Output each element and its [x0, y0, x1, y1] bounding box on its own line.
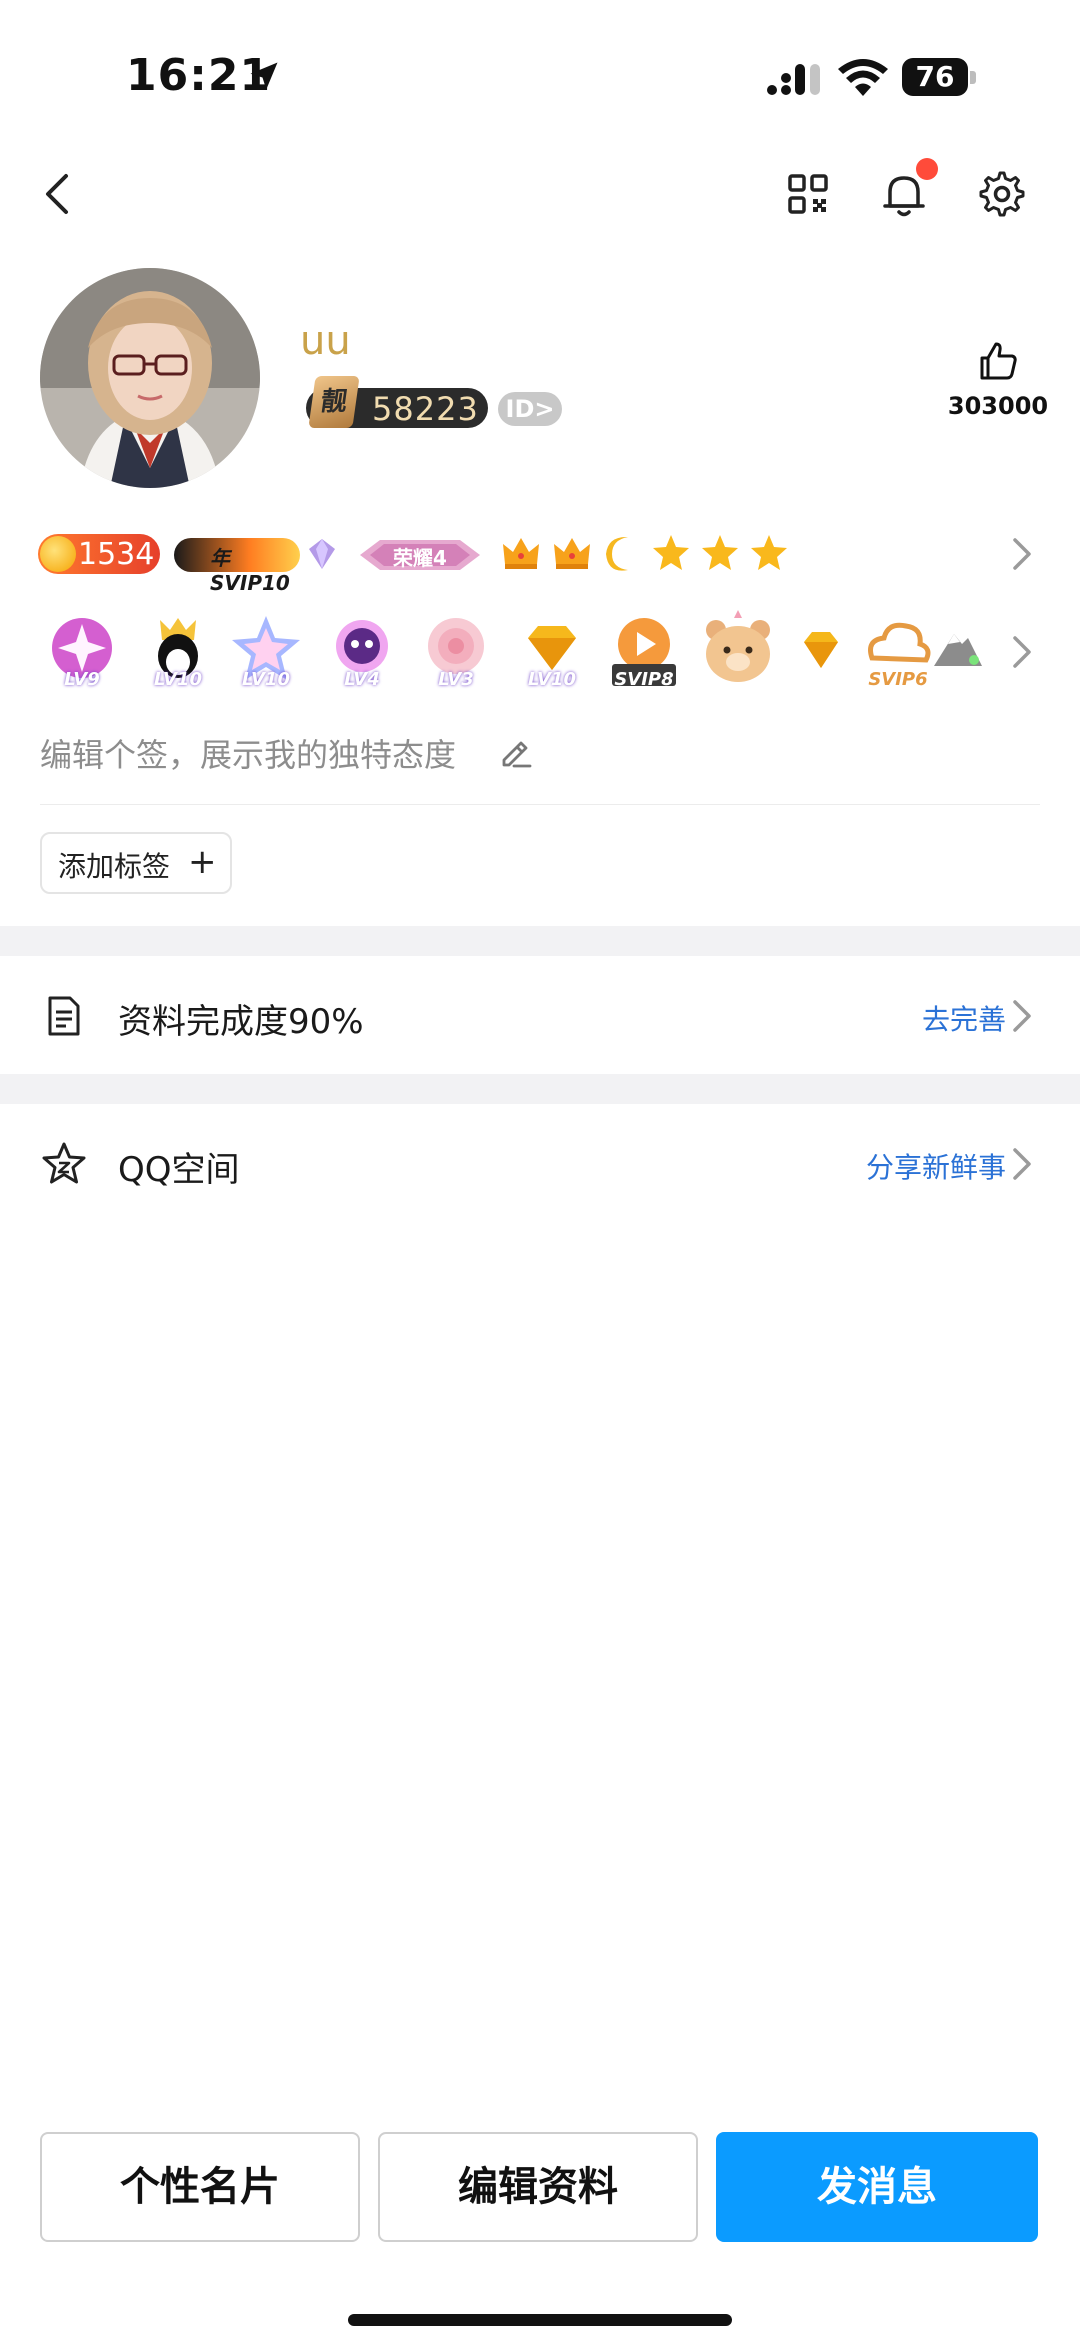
qzone-title: QQ空间	[118, 1150, 240, 1190]
star-icon[interactable]	[699, 532, 741, 574]
pencil-icon[interactable]	[496, 732, 534, 770]
svip-badge[interactable]: 年SVIP10	[174, 538, 300, 595]
badge-lv10-penguin[interactable]: LV10	[138, 610, 218, 690]
mountain-icon	[934, 634, 982, 666]
thumbs-up-icon[interactable]	[974, 336, 1022, 384]
badge-lv10-star[interactable]: LV10	[226, 610, 306, 690]
badge-lv9[interactable]: LV9	[42, 610, 122, 690]
add-tag-label: 添加标签	[58, 850, 171, 883]
back-button[interactable]	[28, 162, 92, 226]
qzone-star-icon	[42, 1142, 86, 1184]
badge-gold-gem[interactable]	[798, 624, 844, 678]
level-badge[interactable]: 靓 58223	[306, 376, 488, 428]
badge-lv10-diamond[interactable]: LV10	[512, 610, 592, 690]
gold-gem-icon	[804, 632, 838, 668]
chevron-right-icon	[1013, 1148, 1031, 1180]
qr-code-icon	[788, 174, 828, 214]
notification-dot	[916, 158, 938, 180]
add-tag-button[interactable]: 添加标签 +	[40, 832, 232, 894]
badge-svip8[interactable]: SVIP8	[604, 610, 684, 690]
wifi-icon	[838, 59, 888, 96]
battery-level: 76	[915, 60, 955, 93]
profile-card-button[interactable]: 个性名片	[40, 2132, 360, 2242]
coin-icon	[40, 536, 76, 572]
chevron-right-icon[interactable]	[1006, 534, 1036, 574]
badge-lv3-rose[interactable]: LV3	[416, 610, 496, 690]
crown-icon[interactable]	[551, 532, 593, 574]
coin-badge[interactable]: 1534	[38, 534, 160, 574]
section-divider	[0, 926, 1080, 956]
qr-code-button[interactable]	[776, 162, 840, 226]
purple-gem-icon[interactable]	[304, 536, 340, 572]
location-arrow-icon	[250, 62, 278, 90]
edit-profile-button[interactable]: 编辑资料	[378, 2132, 698, 2242]
qzone-row[interactable]: QQ空间 分享新鲜事	[0, 1104, 1080, 1222]
home-indicator[interactable]	[348, 2314, 732, 2326]
star-icon[interactable]	[748, 532, 790, 574]
level-number: 58223	[372, 390, 479, 428]
star-icon[interactable]	[650, 532, 692, 574]
badge-mountain[interactable]	[930, 610, 986, 690]
settings-button[interactable]	[970, 162, 1034, 226]
honor-label: 荣耀4	[393, 546, 447, 570]
svip-label: 年SVIP10	[210, 546, 290, 595]
chevron-right-icon[interactable]	[1006, 632, 1036, 672]
nickname: uu	[300, 318, 351, 364]
chevron-right-icon	[1013, 1000, 1031, 1032]
avatar[interactable]	[40, 268, 260, 488]
level-mark: 靓	[308, 376, 360, 428]
plus-icon: +	[188, 842, 217, 882]
honor-badge[interactable]: 荣耀4	[360, 538, 480, 572]
notifications-button[interactable]	[872, 158, 938, 226]
badge-lv4[interactable]: LV4	[322, 610, 402, 690]
crown-icon[interactable]	[500, 532, 542, 574]
section-divider	[0, 1074, 1080, 1104]
qzone-action[interactable]: 分享新鲜事	[866, 1146, 1006, 1186]
profile-completion-action[interactable]: 去完善	[922, 998, 1006, 1038]
bear-icon	[706, 610, 770, 682]
send-message-button[interactable]: 发消息	[716, 2132, 1038, 2242]
document-icon	[48, 996, 80, 1036]
badge-svip6[interactable]: SVIP6	[858, 610, 938, 690]
coin-value: 1534	[78, 537, 155, 572]
badge-bear[interactable]	[698, 610, 778, 690]
id-badge[interactable]: ID>	[498, 392, 562, 426]
gear-icon	[979, 171, 1025, 217]
chevron-left-icon	[46, 174, 68, 214]
avatar-photo	[40, 268, 260, 488]
profile-completion-row[interactable]: 资料完成度90% 去完善	[0, 956, 1080, 1074]
moon-icon[interactable]	[602, 532, 644, 574]
profile-completion-title: 资料完成度90%	[118, 1002, 364, 1042]
like-count: 303000	[947, 392, 1049, 420]
battery-indicator: 76	[902, 58, 978, 98]
divider	[40, 804, 1040, 805]
signature-placeholder[interactable]: 编辑个签，展示我的独特态度	[40, 730, 456, 776]
cellular-signal-icon	[767, 64, 820, 95]
